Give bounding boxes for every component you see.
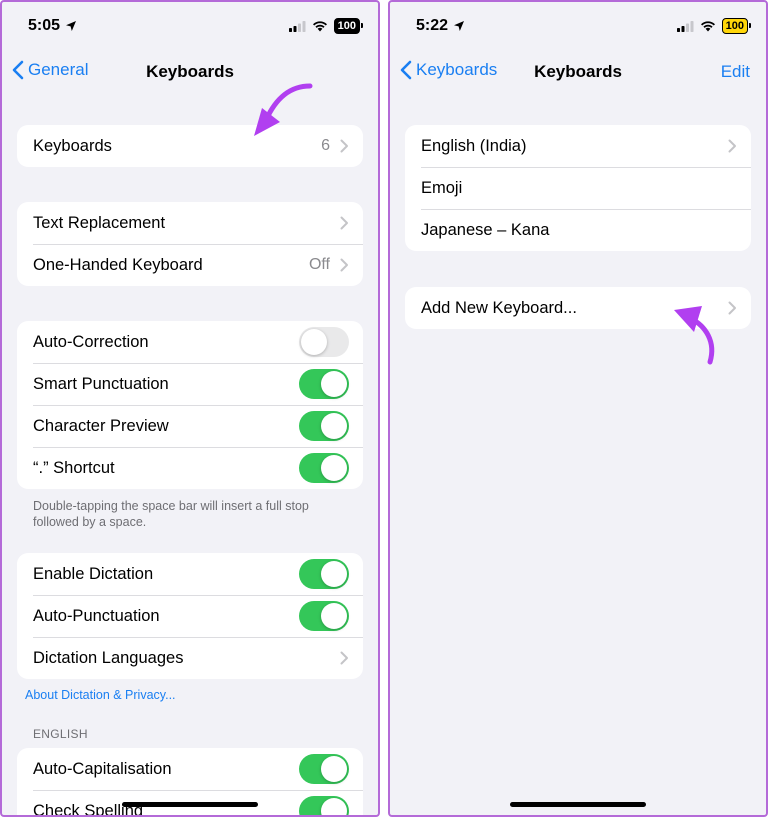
cellular-signal-icon bbox=[288, 20, 306, 32]
keyboard-emoji-row[interactable]: Emoji bbox=[405, 167, 751, 209]
chevron-right-icon bbox=[340, 139, 348, 153]
wifi-icon bbox=[312, 21, 327, 32]
back-button[interactable]: General bbox=[12, 60, 88, 80]
status-bar: 5:05 100 bbox=[2, 16, 378, 40]
toggle-knob bbox=[301, 329, 327, 355]
smart-punctuation-row: Smart Punctuation bbox=[17, 363, 363, 405]
row-label: One-Handed Keyboard bbox=[33, 255, 203, 274]
row-label: Smart Punctuation bbox=[33, 374, 169, 393]
navigation-bar: Keyboards Keyboards Edit bbox=[390, 54, 766, 88]
replacement-group: Text Replacement One-Handed Keyboard Off bbox=[17, 202, 363, 286]
auto-correction-row: Auto-Correction bbox=[17, 321, 363, 363]
chevron-left-icon bbox=[400, 60, 412, 80]
chevron-right-icon bbox=[728, 301, 736, 315]
wifi-icon bbox=[700, 21, 715, 32]
chevron-right-icon bbox=[728, 139, 736, 153]
dictation-group: Enable Dictation Auto-Punctuation Dictat… bbox=[17, 553, 363, 679]
status-bar: 5:22 100 bbox=[390, 16, 766, 40]
keyboard-list-group: English (India) Emoji Japanese – Kana bbox=[405, 125, 751, 251]
row-label: Auto-Correction bbox=[33, 332, 149, 351]
dictation-languages-row[interactable]: Dictation Languages bbox=[17, 637, 363, 679]
row-label: Enable Dictation bbox=[33, 564, 154, 583]
auto-correction-toggle[interactable] bbox=[299, 327, 349, 357]
auto-capitalisation-toggle[interactable] bbox=[299, 754, 349, 784]
typing-options-group: Auto-Correction Smart Punctuation Charac… bbox=[17, 321, 363, 489]
back-button-label: Keyboards bbox=[416, 60, 498, 79]
battery-indicator: 100 bbox=[333, 18, 364, 34]
shortcut-footnote: Double-tapping the space bar will insert… bbox=[33, 499, 309, 529]
location-arrow-icon bbox=[66, 21, 77, 31]
annotation-arrow-icon bbox=[674, 306, 715, 365]
enable-dictation-row: Enable Dictation bbox=[17, 553, 363, 595]
keyboard-japanese-kana-row[interactable]: Japanese – Kana bbox=[405, 209, 751, 251]
keyboards-count: 6 bbox=[321, 137, 330, 154]
check-spelling-toggle[interactable] bbox=[299, 796, 349, 815]
toggle-knob bbox=[321, 455, 347, 481]
annotation-arrow-icon bbox=[254, 83, 313, 136]
back-button-label: General bbox=[28, 60, 89, 79]
auto-capitalisation-row: Auto-Capitalisation bbox=[17, 748, 363, 790]
character-preview-row: Character Preview bbox=[17, 405, 363, 447]
edit-button[interactable]: Edit bbox=[721, 62, 750, 82]
battery-indicator: 100 bbox=[721, 18, 752, 34]
toggle-knob bbox=[321, 371, 347, 397]
row-label: English (India) bbox=[421, 136, 527, 155]
period-shortcut-toggle[interactable] bbox=[299, 453, 349, 483]
one-handed-keyboard-row[interactable]: One-Handed Keyboard Off bbox=[17, 244, 363, 286]
auto-punctuation-row: Auto-Punctuation bbox=[17, 595, 363, 637]
location-arrow-icon bbox=[454, 21, 465, 31]
toggle-knob bbox=[321, 413, 347, 439]
row-label: Auto-Capitalisation bbox=[33, 759, 172, 778]
smart-punctuation-toggle[interactable] bbox=[299, 369, 349, 399]
dictation-privacy-link[interactable]: About Dictation & Privacy... bbox=[25, 688, 176, 702]
row-label: “.” Shortcut bbox=[33, 458, 115, 477]
right-screen: 5:22 100 Keyboards Keyboards Edit Englis… bbox=[388, 0, 768, 817]
toggle-knob bbox=[321, 798, 347, 815]
toggle-knob bbox=[321, 603, 347, 629]
chevron-right-icon bbox=[340, 651, 348, 665]
toggle-knob bbox=[321, 561, 347, 587]
row-label: Emoji bbox=[421, 178, 463, 197]
status-time: 5:05 bbox=[28, 17, 61, 34]
auto-punctuation-toggle[interactable] bbox=[299, 601, 349, 631]
row-label: Character Preview bbox=[33, 416, 169, 435]
status-time: 5:22 bbox=[416, 17, 449, 34]
toggle-knob bbox=[321, 756, 347, 782]
cellular-signal-icon bbox=[676, 20, 694, 32]
navigation-bar: General Keyboards bbox=[2, 54, 378, 88]
row-label: Auto-Punctuation bbox=[33, 606, 160, 625]
one-handed-value: Off bbox=[308, 256, 330, 273]
row-label: Dictation Languages bbox=[33, 648, 184, 667]
row-label: Text Replacement bbox=[33, 213, 166, 232]
home-indicator[interactable] bbox=[510, 802, 646, 807]
enable-dictation-toggle[interactable] bbox=[299, 559, 349, 589]
keyboard-english-india-row[interactable]: English (India) bbox=[405, 125, 751, 167]
chevron-right-icon bbox=[340, 216, 348, 230]
period-shortcut-row: “.” Shortcut bbox=[17, 447, 363, 489]
row-label: Japanese – Kana bbox=[421, 220, 550, 239]
section-header-english: ENGLISH bbox=[33, 727, 88, 741]
chevron-left-icon bbox=[12, 60, 24, 80]
character-preview-toggle[interactable] bbox=[299, 411, 349, 441]
back-button[interactable]: Keyboards bbox=[400, 60, 497, 80]
text-replacement-row[interactable]: Text Replacement bbox=[17, 202, 363, 244]
chevron-right-icon bbox=[340, 258, 348, 272]
home-indicator[interactable] bbox=[122, 802, 258, 807]
left-screen: 5:05 100 General Keyboards Keyboards 6 T… bbox=[0, 0, 380, 817]
